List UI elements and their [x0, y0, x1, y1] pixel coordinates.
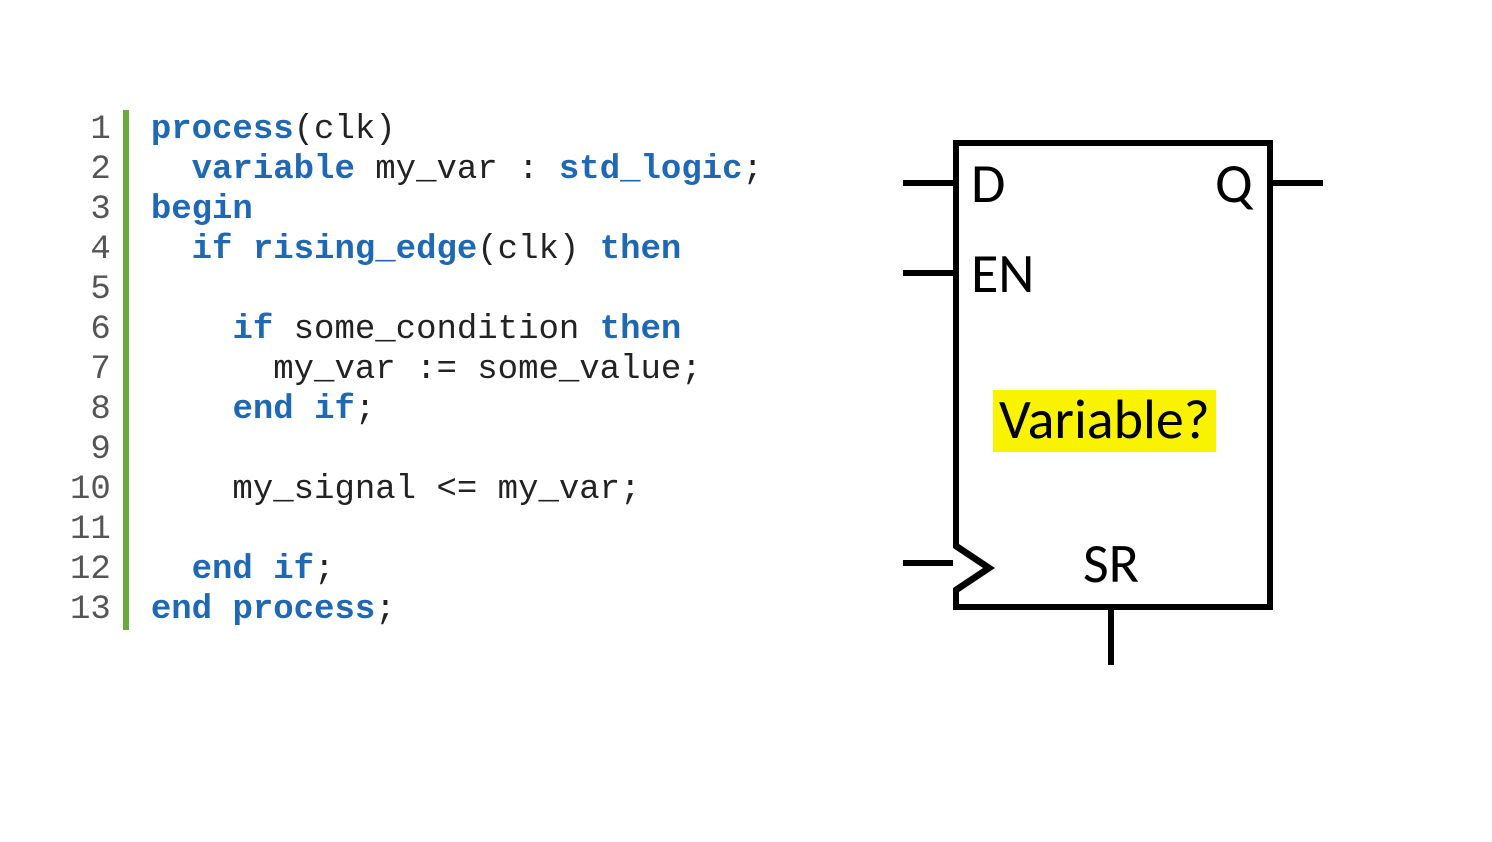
code-token: if [232, 311, 273, 349]
code-line [151, 430, 763, 470]
pin-label-q: Q [1215, 150, 1253, 218]
line-number: 12 [70, 550, 111, 590]
code-token: (clk) [294, 111, 396, 149]
code-line: variable my_var : std_logic; [151, 150, 763, 190]
slide-container: 12345678910111213 process(clk) variable … [0, 0, 1492, 842]
code-token: if [273, 551, 314, 589]
code-token [151, 391, 233, 429]
code-token: my_var : [355, 151, 559, 189]
code-token [151, 551, 192, 589]
code-token: process [151, 111, 294, 149]
code-line: end if; [151, 550, 763, 590]
code-token [253, 551, 273, 589]
code-block: 12345678910111213 process(clk) variable … [70, 110, 763, 630]
pin-label-sr: SR [1083, 530, 1139, 598]
line-number: 13 [70, 590, 111, 630]
wire-clk-input [903, 560, 953, 566]
code-token [151, 311, 233, 349]
code-token: ; [375, 591, 395, 629]
code-line [151, 270, 763, 310]
variable-highlight: Variable? [993, 390, 1216, 452]
code-token: variable [192, 151, 355, 189]
line-number: 8 [90, 390, 110, 430]
code-token: then [600, 311, 682, 349]
code-line: my_signal <= my_var; [151, 470, 763, 510]
line-number: 1 [90, 110, 110, 150]
code-token: if [192, 231, 233, 269]
code-token: begin [151, 191, 253, 229]
code-token: rising_edge [253, 231, 477, 269]
code-token: ; [355, 391, 375, 429]
line-number-gutter: 12345678910111213 [70, 110, 129, 630]
code-token: end [192, 551, 253, 589]
code-token [151, 231, 192, 269]
code-line: end if; [151, 390, 763, 430]
pin-label-en: EN [971, 240, 1035, 308]
code-token [151, 151, 192, 189]
code-token [232, 231, 252, 269]
code-token: ; [743, 151, 763, 189]
code-lines: process(clk) variable my_var : std_logic… [129, 110, 763, 630]
wire-sr-bottom [1108, 610, 1114, 665]
wire-q-output [1273, 180, 1323, 186]
code-token: my_var := some_value; [151, 351, 702, 389]
line-number: 4 [90, 230, 110, 270]
code-line: end process; [151, 590, 763, 630]
code-line: if rising_edge(clk) then [151, 230, 763, 270]
code-line: my_var := some_value; [151, 350, 763, 390]
code-token: some_condition [273, 311, 599, 349]
code-token: if [314, 391, 355, 429]
flipflop-diagram: D Q EN SR Variable? [883, 110, 1333, 670]
code-token: then [600, 231, 682, 269]
wire-d-input [903, 180, 953, 186]
code-line: begin [151, 190, 763, 230]
line-number: 6 [90, 310, 110, 350]
code-token [294, 391, 314, 429]
line-number: 3 [90, 190, 110, 230]
line-number: 7 [90, 350, 110, 390]
code-token: std_logic [559, 151, 743, 189]
code-token: end [232, 391, 293, 429]
line-number: 11 [70, 510, 111, 550]
line-number: 10 [70, 470, 111, 510]
line-number: 9 [90, 430, 110, 470]
code-line: if some_condition then [151, 310, 763, 350]
code-line: process(clk) [151, 110, 763, 150]
code-token: (clk) [477, 231, 599, 269]
wire-en-input [903, 270, 953, 276]
code-line [151, 510, 763, 550]
code-token: my_signal <= my_var; [151, 471, 641, 509]
line-number: 5 [90, 270, 110, 310]
code-token: ; [314, 551, 334, 589]
code-token: end [151, 591, 212, 629]
code-token: process [232, 591, 375, 629]
code-token [212, 591, 232, 629]
line-number: 2 [90, 150, 110, 190]
clock-triangle-inner [953, 548, 983, 588]
pin-label-d: D [971, 150, 1005, 218]
